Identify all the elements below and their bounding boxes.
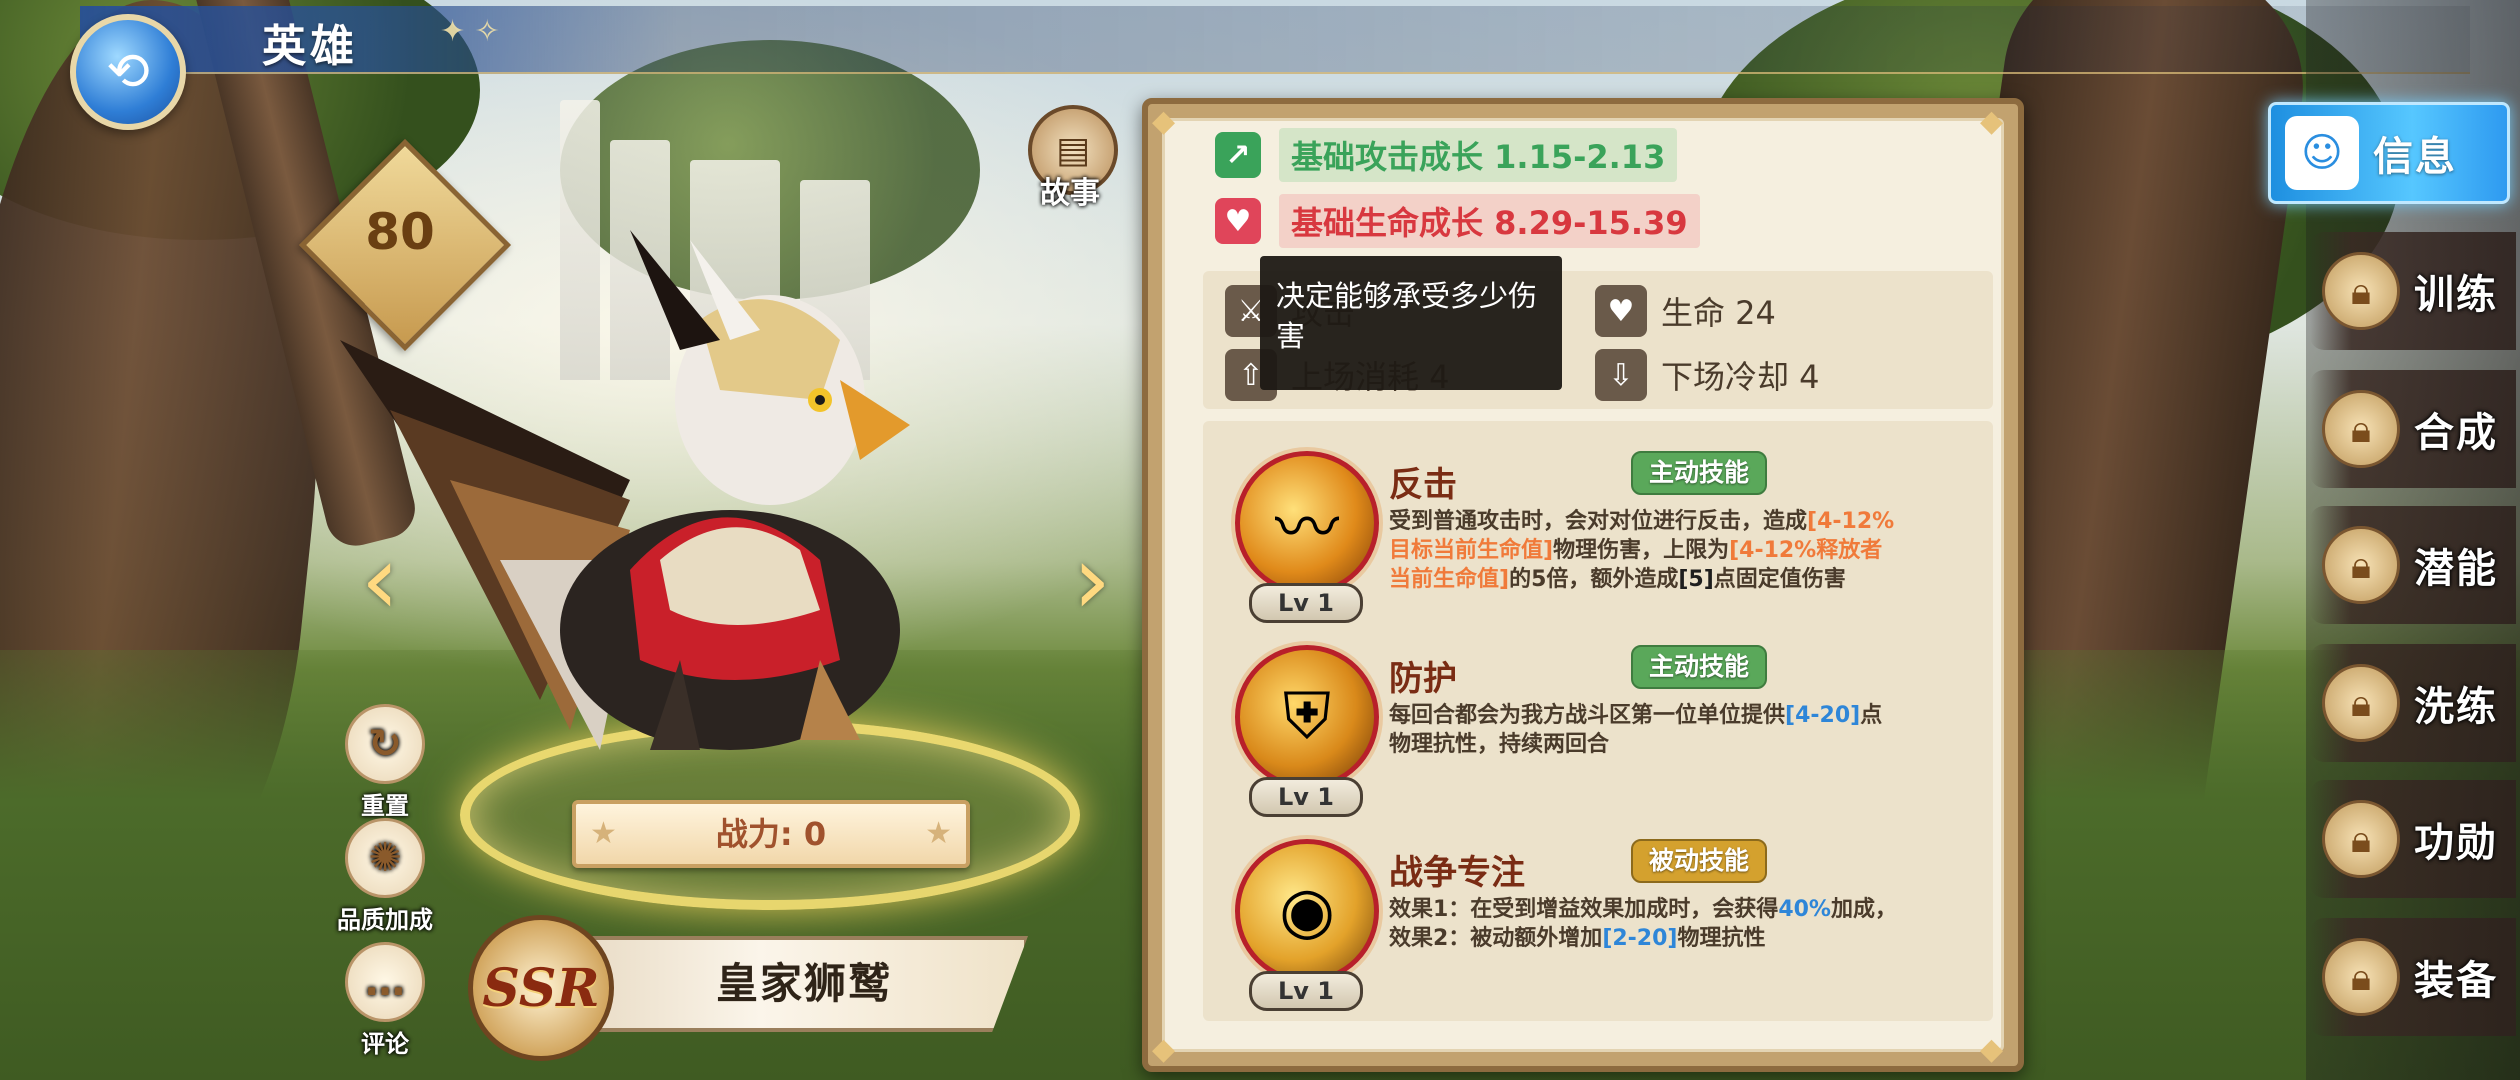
skills-list: 〰 Lv 1 反击 主动技能 受到普通攻击时，会对对位进行反击，造成[4-12%… <box>1203 421 1993 1021</box>
lock-icon: 🔒︎ <box>2322 526 2400 604</box>
menu-item-potential[interactable]: 🔒︎ 潜能 <box>2310 506 2516 624</box>
hero-info-panel: ↗ 基础攻击成长 1.15-2.13 ♥ 基础生命成长 8.29-15.39 ⚔… <box>1142 98 2024 1072</box>
back-button[interactable]: ⟲ <box>70 14 186 130</box>
header-sparkle-icon: ✦ ✧ <box>440 14 500 49</box>
hp-growth-row: ♥ 基础生命成长 8.29-15.39 <box>1215 194 1700 248</box>
star-icon: ★ <box>925 816 952 851</box>
rarity-badge: SSR <box>468 915 614 1061</box>
hero-name: 皇家狮鹫 <box>580 936 1028 1032</box>
quality-bonus-label: 品质加成 <box>337 906 433 934</box>
comment-label: 评论 <box>361 1030 409 1058</box>
attack-growth-text: 基础攻击成长 1.15-2.13 <box>1279 128 1678 182</box>
menu-item-training[interactable]: 🔒︎ 训练 <box>2310 232 2516 350</box>
menu-item-info[interactable]: ☺ 信息 <box>2268 102 2510 204</box>
book-icon: ▤ <box>1055 129 1090 171</box>
skill-item[interactable]: ⛨ Lv 1 防护 主动技能 每回合都会为我方战斗区第一位单位提供[4-20]点… <box>1203 629 1993 819</box>
quality-bonus-button[interactable]: ✺ 品质加成 <box>320 818 450 935</box>
skill-name: 防护 <box>1389 659 1457 699</box>
skill-description: 效果1：在受到增益效果加成时，会获得40%加成，效果2：被动额外增加[2-20]… <box>1389 897 1897 951</box>
menu-item-refine[interactable]: 🔒︎ 洗练 <box>2310 644 2516 762</box>
hp-growth-text: 基础生命成长 8.29-15.39 <box>1279 194 1700 248</box>
combat-power-plate: ★ 战力: 0 ★ <box>572 800 970 868</box>
corner-ornament-icon: ◆ <box>1980 104 2004 139</box>
menu-item-equipment[interactable]: 🔒︎ 装备 <box>2310 918 2516 1036</box>
skill-level: Lv 1 <box>1249 777 1363 817</box>
back-arrow-icon: ⟲ <box>106 42 150 102</box>
skill-description: 受到普通攻击时，会对对位进行反击，造成[4-12%目标当前生命值]物理伤害，上限… <box>1389 509 1895 592</box>
next-hero-arrow[interactable]: › <box>1062 530 1122 630</box>
corner-ornament-icon: ◆ <box>1980 1032 2004 1067</box>
slash-skill-icon: 〰 <box>1235 451 1379 595</box>
info-icon: ☺ <box>2285 116 2359 190</box>
star-icon: ★ <box>590 816 617 851</box>
lock-icon: 🔒︎ <box>2322 252 2400 330</box>
skill-item[interactable]: ◉ Lv 1 战争专注 被动技能 效果1：在受到增益效果加成时，会获得40%加成… <box>1203 823 1993 1013</box>
combat-power-value: 战力: 0 <box>715 815 827 853</box>
skill-type-tag: 主动技能 <box>1631 451 1767 495</box>
corner-ornament-icon: ◆ <box>1152 1032 1176 1067</box>
skill-level: Lv 1 <box>1249 971 1363 1011</box>
heart-icon: ♥ <box>1215 198 1261 244</box>
skill-item[interactable]: 〰 Lv 1 反击 主动技能 受到普通攻击时，会对对位进行反击，造成[4-12%… <box>1203 435 1993 625</box>
skill-type-tag: 被动技能 <box>1631 839 1767 883</box>
comment-button[interactable]: … 评论 <box>330 942 440 1059</box>
skill-name: 战争专注 <box>1389 853 1525 893</box>
corner-ornament-icon: ◆ <box>1152 104 1176 139</box>
cooldown-attr: ⇩ 下场冷却 4 <box>1595 349 1820 401</box>
menu-item-label: 洗练 <box>2414 684 2498 730</box>
quality-icon: ✺ <box>345 818 425 898</box>
menu-item-label: 装备 <box>2414 958 2498 1004</box>
page-title: 英雄 <box>262 21 358 72</box>
lock-icon: 🔒︎ <box>2322 390 2400 468</box>
menu-item-label: 功勋 <box>2414 820 2498 866</box>
heart-icon: ♥ <box>1595 285 1647 337</box>
header-bar <box>80 6 2470 74</box>
reset-label: 重置 <box>361 792 409 820</box>
eye-skill-icon: ◉ <box>1235 839 1379 983</box>
menu-item-label: 潜能 <box>2414 546 2498 592</box>
lock-icon: 🔒︎ <box>2322 938 2400 1016</box>
shield-skill-icon: ⛨ <box>1235 645 1379 789</box>
menu-item-label: 信息 <box>2373 134 2457 180</box>
reset-button[interactable]: ↻ 重置 <box>330 704 440 821</box>
skill-type-tag: 主动技能 <box>1631 645 1767 689</box>
story-label: 故事 <box>1040 176 1100 211</box>
attribute-tooltip: 决定能够承受多少伤害 <box>1260 256 1562 390</box>
lock-icon: 🔒︎ <box>2322 664 2400 742</box>
menu-item-merit[interactable]: 🔒︎ 功勋 <box>2310 780 2516 898</box>
comment-icon: … <box>345 942 425 1022</box>
down-arrow-icon: ⇩ <box>1595 349 1647 401</box>
lock-icon: 🔒︎ <box>2322 800 2400 878</box>
hp-text: 生命 24 <box>1661 294 1776 332</box>
menu-item-synthesis[interactable]: 🔒︎ 合成 <box>2310 370 2516 488</box>
menu-item-label: 训练 <box>2414 272 2498 318</box>
cooldown-text: 下场冷却 4 <box>1661 358 1820 396</box>
attack-growth-icon: ↗ <box>1215 132 1261 178</box>
menu-item-label: 合成 <box>2414 410 2498 456</box>
skill-level: Lv 1 <box>1249 583 1363 623</box>
skill-description: 每回合都会为我方战斗区第一位单位提供[4-20]点物理抗性，持续两回合 <box>1389 703 1883 757</box>
hp-attr: ♥ 生命 24 <box>1595 285 1776 337</box>
reset-icon: ↻ <box>345 704 425 784</box>
attack-growth-row: ↗ 基础攻击成长 1.15-2.13 <box>1215 128 1678 182</box>
skill-name: 反击 <box>1389 465 1457 505</box>
